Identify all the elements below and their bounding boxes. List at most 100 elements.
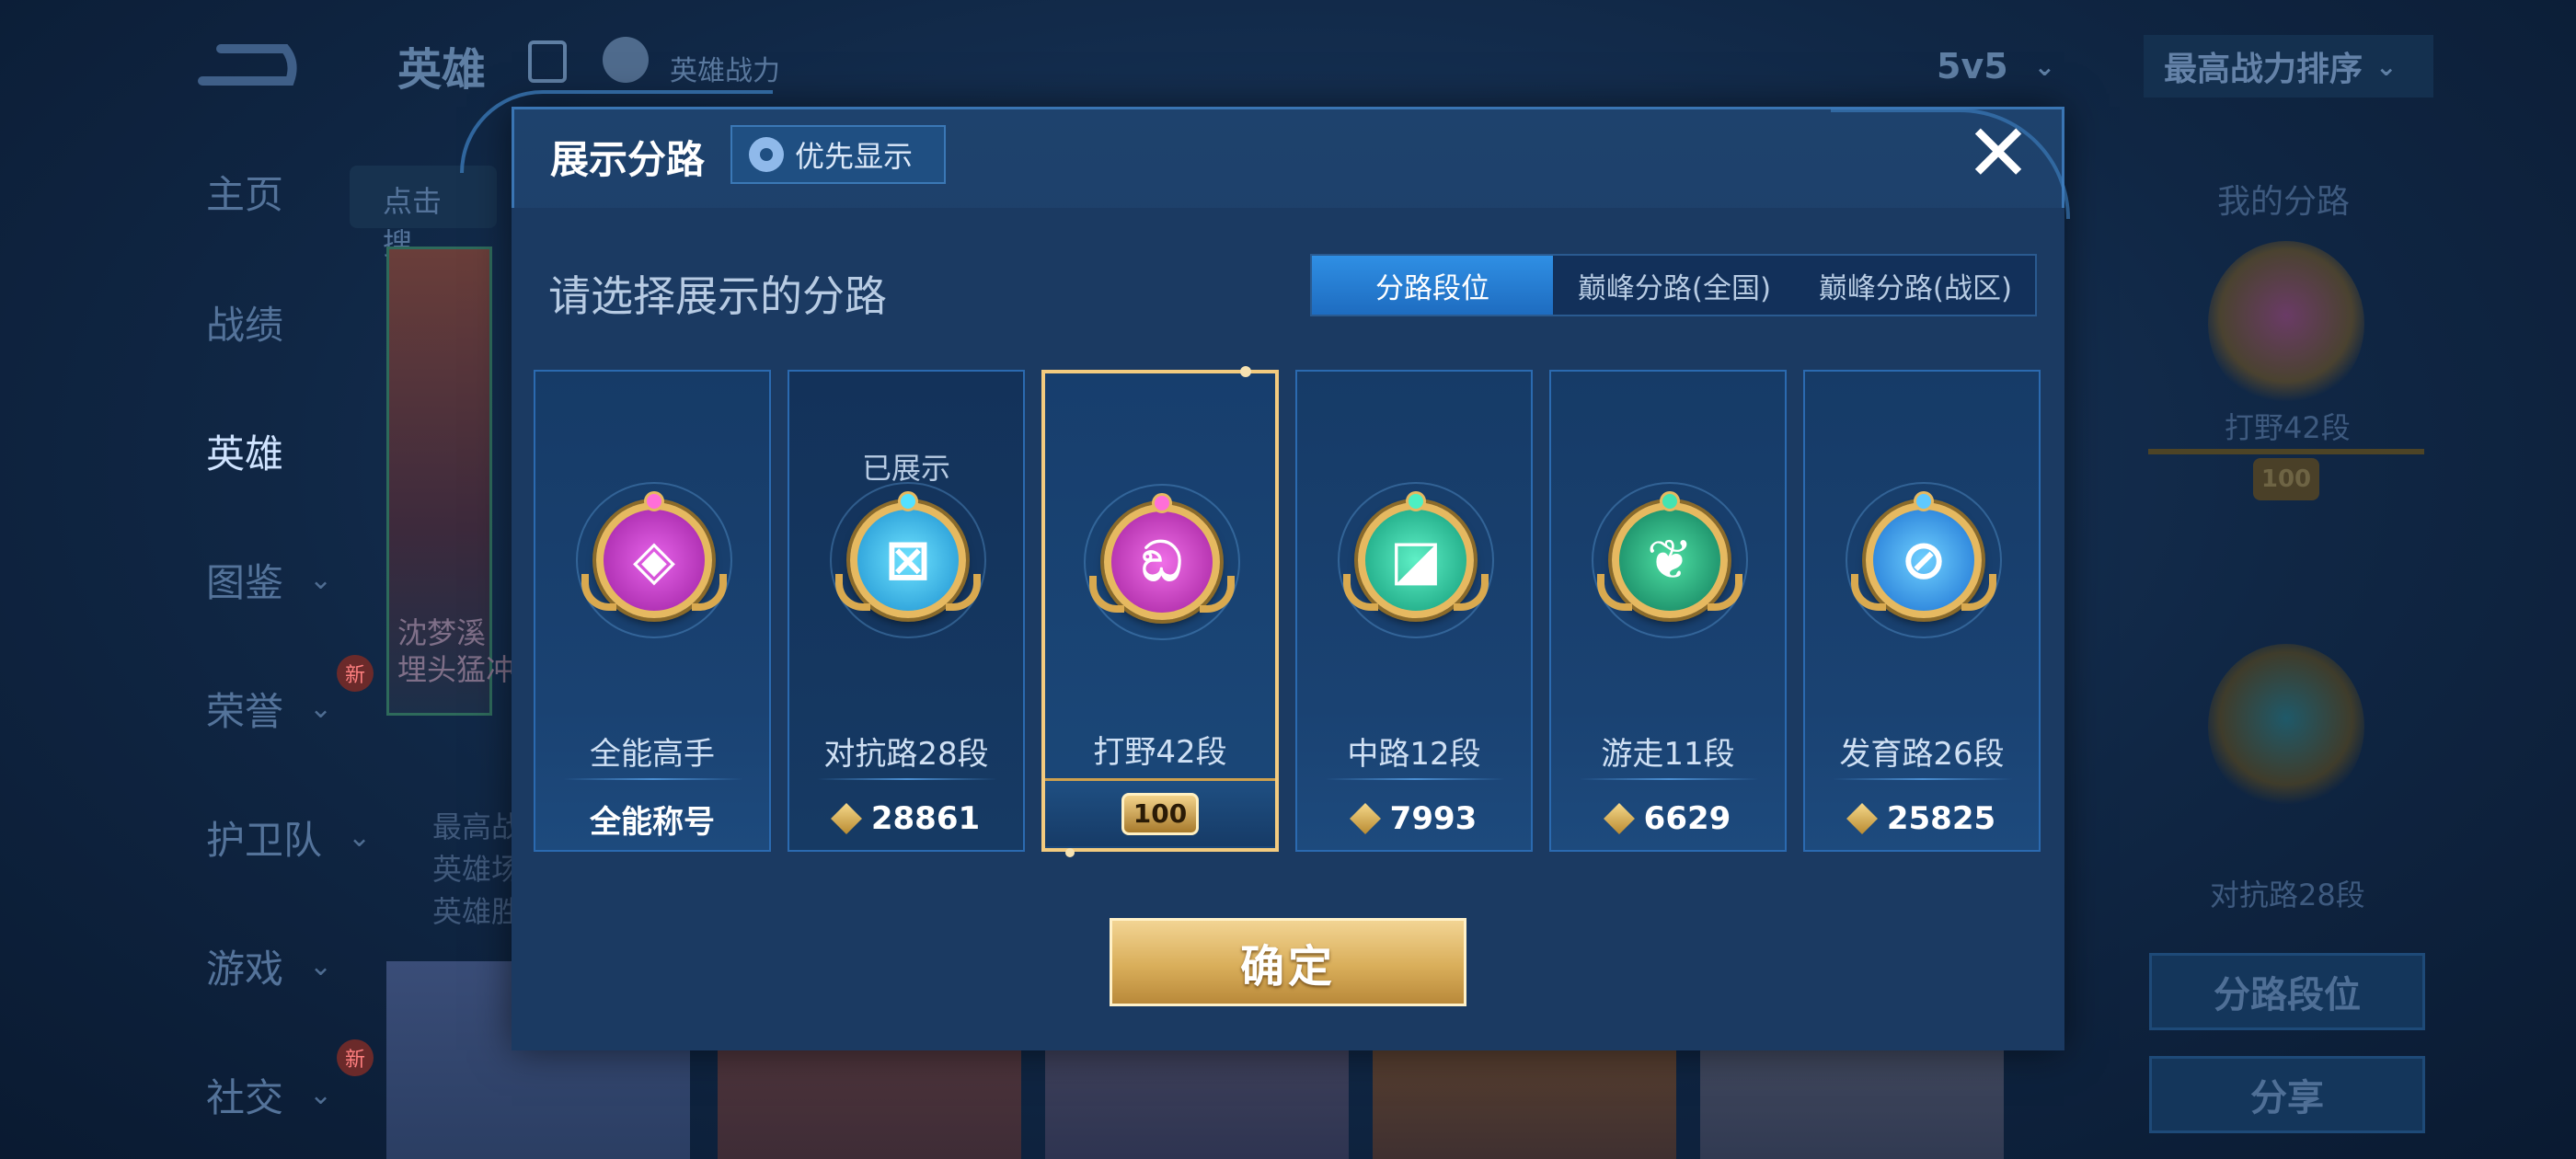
rank-medal: 100 — [1121, 792, 1200, 835]
selection-corner-dot — [1240, 366, 1251, 377]
my-lane-label: 对抗路28段 — [2210, 878, 2365, 912]
close-icon[interactable]: ✕ — [1963, 114, 2033, 193]
emblem: ඞ — [1084, 484, 1240, 640]
mode-value: 5v5 — [1937, 46, 2008, 86]
tab-peak-national[interactable]: 巅峰分路(全国) — [1553, 256, 1796, 315]
lane-footer: 28861 — [789, 791, 1023, 846]
chevron-down-icon: ⌄ — [309, 1078, 333, 1111]
lane-footer: 25825 — [1805, 791, 2039, 846]
lane-footer: 7993 — [1297, 791, 1531, 846]
lane-tabs: 分路段位 巅峰分路(全国) 巅峰分路(战区) — [1310, 254, 2037, 316]
hero-search-input[interactable]: 点击搜 — [350, 166, 497, 261]
wing-icon — [946, 574, 981, 611]
lane-card-roam[interactable]: ❦ 游走11段 6629 — [1549, 370, 1787, 852]
divider — [1325, 778, 1505, 780]
chevron-down-icon: ⌄ — [2033, 51, 2056, 82]
tab-lane-rank[interactable]: 分路段位 — [1312, 256, 1553, 315]
wing-icon — [1343, 574, 1378, 611]
lane-name: 全能高手 — [590, 736, 715, 773]
hero-stats: 最高战 英雄场 英雄胜 — [432, 806, 521, 933]
nav-label: 社交 — [206, 1074, 284, 1120]
nav-label: 游戏 — [206, 946, 284, 992]
lane-name: 对抗路28段 — [823, 736, 989, 773]
gem-icon — [644, 491, 664, 511]
chevron-down-icon: ⌄ — [309, 949, 333, 982]
lane-card-jungle[interactable]: ඞ 打野42段 100 — [1041, 370, 1279, 852]
lane-card-mid[interactable]: ◪ 中路12段 7993 — [1295, 370, 1533, 852]
mode-select[interactable]: 5v5 ⌄ — [1918, 35, 2102, 98]
hero-card-name: 沈梦溪 — [397, 615, 487, 650]
chevron-down-icon: ⌄ — [309, 692, 333, 725]
nav-label: 护卫队 — [206, 817, 323, 863]
new-badge: 新 — [337, 1039, 374, 1076]
emblem: ◪ — [1338, 482, 1494, 638]
list-icon[interactable] — [528, 40, 567, 83]
nav-item-heroes[interactable]: 英雄 — [166, 414, 386, 488]
lane-card-farm[interactable]: ⊘ 发育路26段 25825 — [1803, 370, 2041, 852]
gem-icon — [1660, 491, 1680, 511]
hero-card-tagline: 埋头猛冲 — [397, 652, 516, 687]
wing-icon — [1454, 574, 1489, 611]
back-icon[interactable] — [193, 35, 299, 90]
share-button[interactable]: 分享 — [2149, 1056, 2425, 1133]
nav-item-records[interactable]: 战绩 — [166, 285, 386, 359]
wing-icon — [581, 574, 616, 611]
nav-label: 荣誉 — [206, 688, 284, 734]
lane-name: 游走11段 — [1601, 736, 1735, 773]
jungle-emblem-icon — [2208, 241, 2364, 407]
gem-icon — [1152, 493, 1172, 513]
wing-icon — [1597, 574, 1632, 611]
nav-item-games[interactable]: 游戏 ⌄ — [166, 929, 386, 1003]
lane-power-value: 28861 — [870, 800, 981, 837]
hero-stat: 英雄胜 — [432, 894, 522, 929]
gem-icon — [1406, 491, 1426, 511]
sort-select[interactable]: 最高战力排序 ⌄ — [2144, 35, 2433, 98]
nav-label: 主页 — [206, 171, 284, 217]
lane-rank-button[interactable]: 分路段位 — [2149, 953, 2425, 1030]
dialog-subtitle: 请选择展示的分路 — [548, 271, 887, 321]
power-icon — [1349, 803, 1381, 834]
divider — [1833, 778, 2013, 780]
sort-value: 最高战力排序 — [2164, 51, 2363, 88]
lane-power-value: 7993 — [1389, 800, 1478, 837]
chevron-down-icon: ⌄ — [2375, 51, 2398, 82]
lane-card-clash[interactable]: 已展示 ⊠ 对抗路28段 28861 — [788, 370, 1025, 852]
nav-label: 战绩 — [206, 302, 284, 348]
rank-medal: 100 — [2253, 458, 2319, 500]
lane-power-value: 25825 — [1886, 800, 1996, 837]
priority-display-button[interactable]: 优先显示 — [730, 125, 946, 184]
lane-card-allround[interactable]: ◈ 全能高手 全能称号 — [534, 370, 771, 852]
nav-item-codex[interactable]: 图鉴 ⌄ — [166, 543, 386, 616]
gear-icon — [749, 137, 784, 172]
emblem: ⊘ — [1846, 482, 2002, 638]
wing-icon — [692, 574, 727, 611]
hero-power-label[interactable]: 英雄战力 — [670, 48, 780, 88]
emblem: ◈ — [576, 482, 732, 638]
emblem: ❦ — [1592, 482, 1748, 638]
divider — [1579, 778, 1759, 780]
wing-icon — [1961, 574, 1996, 611]
tab-peak-region[interactable]: 巅峰分路(战区) — [1796, 256, 2035, 315]
lane-name: 中路12段 — [1347, 736, 1481, 773]
confirm-button[interactable]: 确定 — [1110, 918, 1466, 1006]
nav-item-guard[interactable]: 护卫队 ⌄ — [166, 800, 386, 874]
priority-display-label: 优先显示 — [795, 139, 914, 174]
rank-banner: 100 — [2148, 449, 2424, 522]
wing-icon — [1851, 574, 1886, 611]
wing-icon — [835, 574, 870, 611]
chevron-down-icon: ⌄ — [348, 820, 372, 854]
dialog-title: 展示分路 — [550, 137, 706, 182]
lane-footer: 6629 — [1551, 791, 1785, 846]
hero-stat: 英雄场 — [432, 852, 522, 887]
lane-card-list: ◈ 全能高手 全能称号 已展示 ⊠ 对抗路28段 28861 ඞ 打野42段 1… — [534, 370, 2042, 855]
hero-card-caption: 沈梦溪 埋头猛冲 — [397, 614, 515, 688]
gem-icon — [1914, 491, 1934, 511]
wing-icon — [1200, 576, 1235, 613]
clash-lane-emblem-icon — [2208, 644, 2364, 809]
wing-icon — [1089, 576, 1124, 613]
chevron-down-icon: ⌄ — [309, 563, 333, 596]
divider — [817, 778, 997, 780]
power-icon — [1603, 803, 1635, 834]
lane-power-value: 6629 — [1643, 800, 1731, 837]
hero-power-icon[interactable] — [603, 37, 649, 83]
